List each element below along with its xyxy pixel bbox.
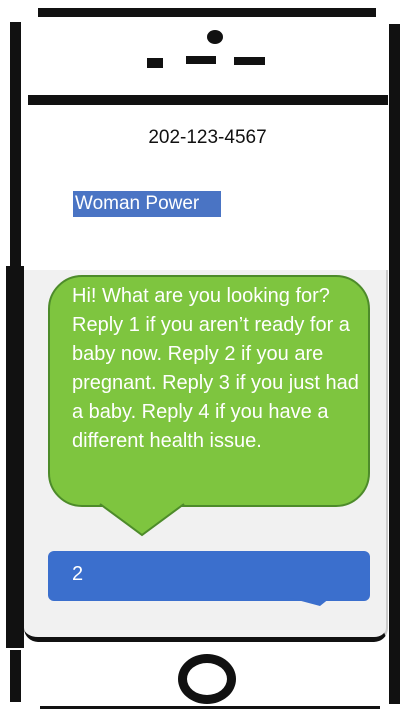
incoming-bubble-tail	[98, 503, 186, 537]
outgoing-message-text: 2	[72, 563, 84, 585]
camera-icon	[207, 30, 223, 44]
incoming-message-text: Hi! What are you looking for? Reply 1 if…	[72, 285, 359, 452]
phone-bottom-frame	[40, 706, 380, 709]
screen-top-divider	[28, 95, 388, 105]
phone-left-frame-lower	[10, 650, 21, 702]
outgoing-bubble-tail	[290, 598, 330, 606]
speaker-grille-segment	[186, 56, 216, 64]
chat-left-frame	[6, 266, 24, 648]
home-button[interactable]	[178, 654, 236, 704]
speaker-grille-segment	[147, 58, 163, 68]
speaker-grille-segment	[234, 57, 265, 65]
contact-phone-number: 202-123-4567	[148, 127, 267, 148]
contact-name[interactable]: Woman Power	[73, 191, 221, 217]
outgoing-message-bubble	[48, 551, 370, 601]
phone-right-frame	[389, 24, 400, 704]
phone-top-frame	[38, 8, 376, 17]
